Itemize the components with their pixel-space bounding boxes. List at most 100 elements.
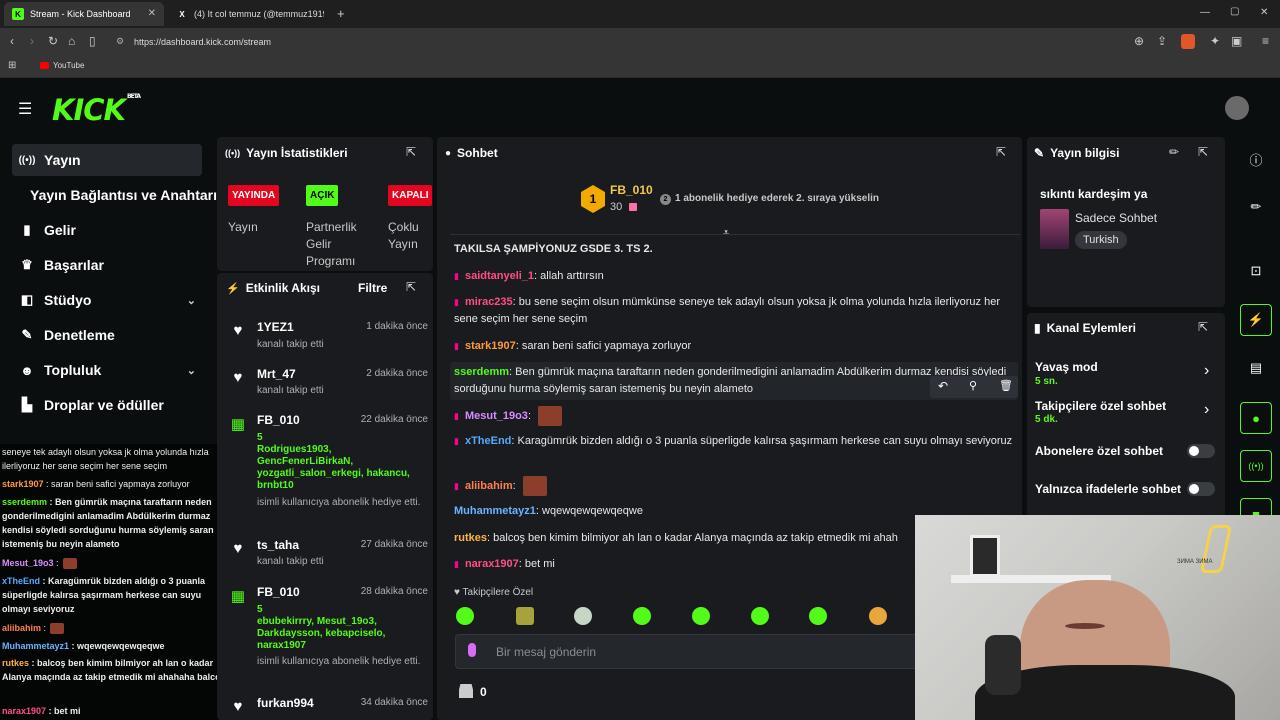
tab-title: (4) It col temmuz (@temmuz1919) / X [194, 9, 324, 19]
sidebar-toggle-icon[interactable]: ▣ [1231, 34, 1242, 48]
kick-favicon-icon: K [12, 8, 24, 20]
emote-picker-icon[interactable] [633, 607, 651, 625]
menu-icon[interactable]: ≡ [1262, 34, 1269, 48]
new-tab-button[interactable]: + [337, 6, 345, 21]
sidebar-item-yayin[interactable]: ((•)) Yayın [12, 144, 202, 176]
gift-recipients: Rodrigues1903, GencFenerLiBirkaN, yozgat… [257, 444, 410, 491]
overlay-message-text: : bet mi [46, 706, 81, 716]
chat-username[interactable]: mirac235 [465, 296, 513, 308]
lightning-icon[interactable]: ⚡ [1240, 304, 1272, 336]
emote-picker-icon[interactable] [751, 607, 769, 625]
chevron-right-icon[interactable]: › [1204, 401, 1209, 419]
badge-icon: ▮ [454, 271, 459, 281]
activity-username[interactable]: FB_010 [257, 413, 300, 427]
emote-picker-icon[interactable] [516, 607, 534, 625]
document-icon[interactable]: ▤ [1240, 352, 1272, 384]
drops-icon: ▙ [22, 397, 32, 412]
back-icon[interactable]: ‹ [10, 34, 14, 48]
site-settings-icon[interactable]: ⚙ [116, 36, 124, 47]
popout-icon[interactable]: ⇱ [1198, 145, 1208, 159]
tab-title: Stream - Kick Dashboard [30, 9, 131, 19]
chat-username[interactable]: narax1907 [465, 558, 519, 570]
emotes-chat-toggle[interactable] [1187, 482, 1215, 496]
forward-icon[interactable]: › [30, 34, 34, 48]
panel-title-text: Kanal Eylemleri [1046, 321, 1136, 335]
chat-input[interactable]: Bir mesaj gönderin [455, 634, 925, 669]
chat-username[interactable]: aliibahim [465, 480, 513, 492]
chat-username[interactable]: rutkes [454, 532, 487, 544]
sidebar-item-topluluk[interactable]: ☻ Topluluk ⌄ [12, 354, 202, 386]
activity-username[interactable]: furkan994 [257, 696, 314, 710]
sidebar-item-gelir[interactable]: ▮ Gelir [12, 214, 202, 246]
edit-icon[interactable]: ✏ [1169, 145, 1179, 159]
sidebar-item-stream-key[interactable]: Yayın Bağlantısı ve Anahtarı [12, 179, 222, 211]
chat-bubble-icon[interactable]: ● [1240, 402, 1272, 434]
heart-icon: ♥ [454, 587, 463, 598]
emote-picker-icon[interactable] [574, 607, 592, 625]
avatar[interactable] [1225, 96, 1249, 120]
tab-kick-dashboard[interactable]: K Stream - Kick Dashboard ✕ [4, 2, 164, 26]
sidebar-item-basarilar[interactable]: ♛ Başarılar [12, 249, 202, 281]
target-icon[interactable]: ⊡ [1240, 255, 1272, 287]
info-icon[interactable]: ⓘ [1240, 143, 1272, 175]
activity-item: ♥ furkan994 34 dakika önce [228, 696, 428, 716]
chat-username[interactable]: sserdemm [454, 366, 509, 378]
minimize-button[interactable]: — [1200, 7, 1210, 18]
chevron-right-icon[interactable]: › [1204, 362, 1209, 380]
emote-picker-icon[interactable] [456, 607, 474, 625]
bookmark-youtube[interactable]: YouTube [53, 61, 84, 70]
share-icon[interactable]: ⇪ [1157, 34, 1167, 48]
apps-grid-icon[interactable]: ⊞ [8, 60, 16, 71]
popout-icon[interactable]: ⇱ [996, 145, 1006, 159]
close-tab-icon[interactable]: ✕ [148, 8, 156, 19]
address-bar[interactable]: ⚙ https://dashboard.kick.com/stream [110, 32, 1150, 52]
extensions-icon[interactable]: ✦ [1210, 34, 1220, 48]
home-icon[interactable]: ⌂ [68, 34, 75, 48]
kick-logo[interactable]: KICK BETA [52, 93, 141, 127]
chat-username[interactable]: xTheEnd [465, 435, 511, 447]
bookmark-icon[interactable]: ▯ [89, 34, 96, 48]
category-thumbnail[interactable] [1040, 209, 1069, 249]
chat-username[interactable]: Muhammetayz1 [454, 505, 536, 517]
popout-icon[interactable]: ⇱ [406, 280, 416, 294]
chat-username[interactable]: Mesut_19o3 [465, 410, 528, 422]
popout-icon[interactable]: ⇱ [1198, 320, 1208, 334]
activity-username[interactable]: 1YEZ1 [257, 320, 294, 334]
overlay-username: Mesut_19o3 [2, 558, 54, 568]
broadcast-icon[interactable]: ((•)) [1240, 450, 1272, 482]
chat-username[interactable]: saidtanyeli_1 [465, 270, 534, 282]
reply-icon[interactable]: ↶ [938, 379, 948, 393]
stream-category[interactable]: Sadece Sohbet [1075, 211, 1157, 225]
sidebar-item-droplar[interactable]: ▙ Droplar ve ödüller [12, 389, 202, 421]
overlay-username: sserdemm [2, 497, 48, 507]
sidebar-item-denetleme[interactable]: ✎ Denetleme [12, 319, 202, 351]
reload-icon[interactable]: ↻ [48, 34, 58, 48]
hamburger-menu-icon[interactable]: ☰ [18, 99, 32, 119]
emote-picker-icon[interactable] [809, 607, 827, 625]
emote-picker-icon[interactable] [692, 607, 710, 625]
close-window-button[interactable]: ✕ [1260, 7, 1268, 18]
popout-icon[interactable]: ⇱ [406, 145, 416, 159]
activity-username[interactable]: ts_taha [257, 538, 299, 552]
subscribers-chat-toggle[interactable] [1187, 444, 1215, 458]
filter-button[interactable]: Filtre [358, 281, 387, 295]
maximize-button[interactable]: ▢ [1230, 6, 1239, 17]
status-badge-off: KAPALI [388, 185, 433, 206]
sidebar-item-studyo[interactable]: ◧ Stüdyo ⌄ [12, 284, 202, 316]
stream-title: sıkıntı kardeşim ya [1040, 187, 1148, 201]
zoom-icon[interactable]: ⊕ [1134, 34, 1144, 48]
pinned-message: TAKILSA ŞAMPİYONUZ GSDE 3. TS 2. [454, 243, 653, 255]
delete-icon[interactable]: 🗑 [999, 379, 1013, 392]
top-gifter-name[interactable]: FB_010 [610, 183, 653, 197]
chat-username[interactable]: stark1907 [465, 340, 516, 352]
emote-picker-icon[interactable] [869, 607, 887, 625]
tab-x-profile[interactable]: X (4) It col temmuz (@temmuz1919) / X [168, 2, 328, 26]
brave-shield-icon[interactable] [1181, 34, 1195, 49]
activity-username[interactable]: FB_010 [257, 585, 300, 599]
edit-icon[interactable]: ✏ [1240, 191, 1272, 223]
pin-icon[interactable]: ⚲ [969, 379, 977, 392]
activity-username[interactable]: Mrt_47 [257, 367, 296, 381]
microphone-icon[interactable] [468, 643, 476, 657]
store-icon[interactable] [459, 684, 473, 698]
broadcast-icon: ((•)) [18, 154, 36, 166]
